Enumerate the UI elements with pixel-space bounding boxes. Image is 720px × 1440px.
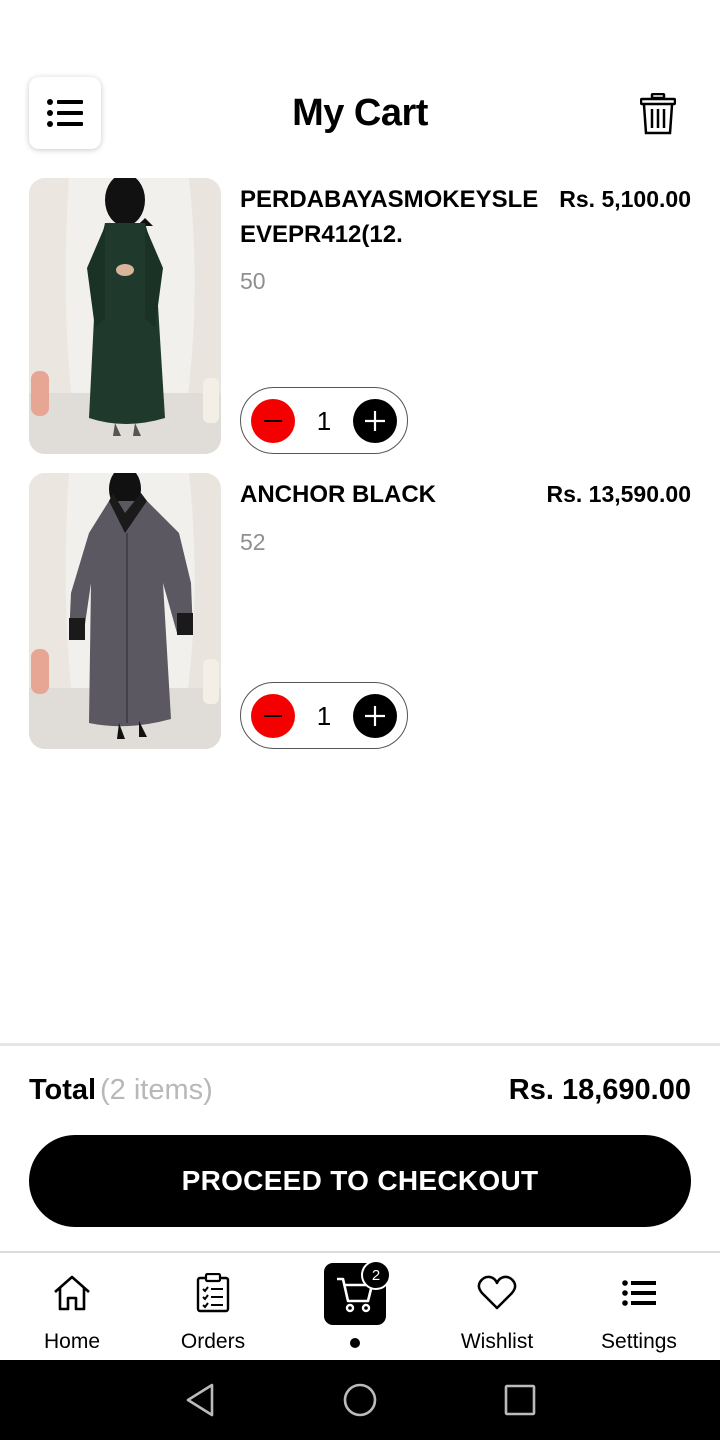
recents-button[interactable] (500, 1380, 540, 1420)
quantity-value: 1 (316, 406, 332, 436)
active-indicator-dot (350, 1338, 360, 1348)
nav-item-wishlist[interactable]: Wishlist (425, 1253, 569, 1360)
cart-count-badge: 2 (361, 1260, 391, 1290)
system-navigation-bar (0, 1360, 720, 1440)
minus-circle-icon (264, 715, 282, 717)
back-triangle-icon (186, 1383, 214, 1417)
back-button[interactable] (180, 1380, 220, 1420)
list-icon (617, 1271, 661, 1315)
minus-circle-icon (264, 420, 282, 422)
cart-item: ANCHOR BLACK Rs. 13,590.00 52 1 (29, 473, 691, 749)
decrease-quantity-button[interactable] (251, 694, 295, 738)
home-system-button[interactable] (340, 1380, 380, 1420)
clipboard-icon (191, 1271, 235, 1315)
clear-cart-button[interactable] (636, 90, 680, 138)
product-image[interactable] (29, 178, 221, 454)
total-label: Total (29, 1074, 97, 1106)
quantity-stepper: 1 (240, 682, 408, 749)
nav-label: Home (43, 1330, 101, 1353)
header: My Cart (0, 0, 720, 170)
page-title: My Cart (292, 92, 428, 134)
total-item-count: (2 items) (100, 1074, 213, 1106)
nav-item-orders[interactable]: Orders (141, 1253, 285, 1360)
product-name[interactable]: ANCHOR BLACK (240, 477, 540, 512)
home-icon (50, 1271, 94, 1315)
heart-icon (475, 1271, 519, 1315)
increase-quantity-button[interactable] (353, 694, 397, 738)
decrease-quantity-button[interactable] (251, 399, 295, 443)
summary-divider (0, 1043, 720, 1046)
cart-item: PERDABAYASMOKEYSLEEVEPR412(12. Rs. 5,100… (29, 178, 691, 454)
plus-circle-icon (365, 411, 385, 431)
home-circle-icon (343, 1383, 377, 1417)
product-name[interactable]: PERDABAYASMOKEYSLEEVEPR412(12. (240, 182, 540, 252)
nav-label: Settings (601, 1330, 677, 1353)
recents-square-icon (504, 1384, 536, 1416)
product-size: 50 (240, 268, 266, 294)
quantity-value: 1 (316, 701, 332, 731)
total-value: Rs. 18,690.00 (508, 1074, 691, 1106)
plus-circle-icon (365, 706, 385, 726)
nav-label: Wishlist (460, 1330, 534, 1353)
product-image[interactable] (29, 473, 221, 749)
product-price: Rs. 13,590.00 (546, 481, 691, 507)
nav-item-settings[interactable]: Settings (567, 1253, 711, 1360)
bottom-nav: Home Orders 2 Wishlist Settings (0, 1251, 720, 1360)
nav-item-home[interactable]: Home (0, 1253, 144, 1360)
proceed-to-checkout-button[interactable]: PROCEED TO CHECKOUT (29, 1135, 691, 1227)
increase-quantity-button[interactable] (353, 399, 397, 443)
quantity-stepper: 1 (240, 387, 408, 454)
nav-label: Orders (180, 1330, 246, 1353)
trash-icon (640, 93, 676, 135)
product-size: 52 (240, 529, 266, 555)
product-price: Rs. 5,100.00 (559, 186, 691, 212)
